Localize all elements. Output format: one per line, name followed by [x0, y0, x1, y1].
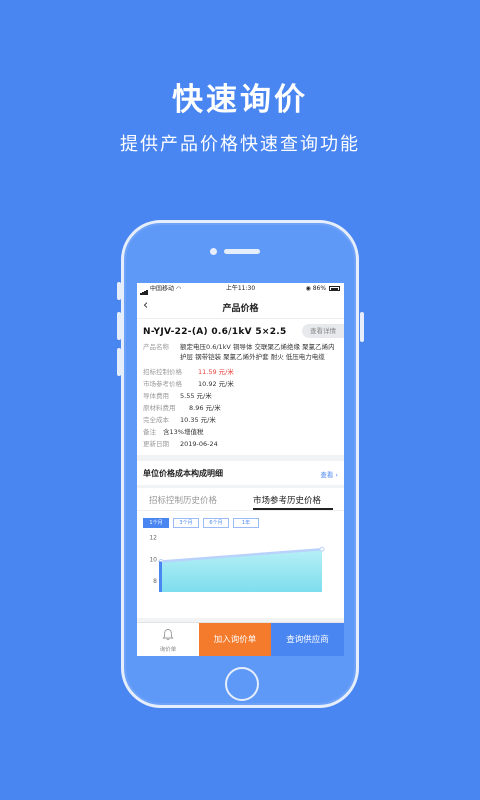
y-tick-label: 12: [149, 534, 157, 541]
find-supplier-button[interactable]: 查询供应商: [271, 623, 344, 656]
home-button[interactable]: [225, 667, 259, 701]
field-key: 原材料费用: [143, 404, 176, 412]
status-right: ◉ 86%: [306, 283, 340, 295]
field-row-market-price: 市场参考价格 10.92 元/米: [143, 378, 338, 390]
field-value: 11.59 元/米: [198, 368, 234, 376]
history-price-card: 招标控制历史价格 市场参考历史价格 1个月 3个月 6个月 1年 12 10 8: [137, 488, 344, 618]
field-key: 备注: [143, 428, 156, 436]
range-1y[interactable]: 1年: [233, 518, 259, 528]
section-title: 单位价格成本构成明细: [143, 469, 223, 478]
field-value: 5.55 元/米: [180, 392, 212, 400]
range-1m[interactable]: 1个月: [143, 518, 169, 528]
phone-screen: 中国移动 ◠ 上午11:30 ◉ 86% ‹ 产品价格 N-YJV-22-(A)…: [137, 283, 344, 656]
field-key: 更新日期: [143, 440, 169, 448]
field-row-name: 产品名称 额定电压0.6/1kV 铜导体 交联聚乙烯绝缘 聚氯乙烯内护层 钢带铠…: [143, 343, 338, 362]
field-row-update-date: 更新日期 2019-06-24: [143, 438, 338, 450]
start-marker: [159, 561, 162, 592]
inquiry-list-label: 询价单: [159, 647, 177, 653]
power-button: [360, 312, 364, 342]
tab-market-history[interactable]: 市场参考历史价格: [253, 494, 321, 506]
cost-breakdown-section[interactable]: 单位价格成本构成明细 查看 ›: [137, 461, 344, 485]
volume-up-button: [117, 312, 121, 340]
promo-subline: 提供产品价格快速查询功能: [120, 134, 360, 155]
history-tabs: 招标控制历史价格 市场参考历史价格: [137, 488, 344, 511]
speaker-icon: [224, 249, 260, 254]
field-key: 产品名称: [143, 343, 169, 351]
range-3m[interactable]: 3个月: [173, 518, 199, 528]
view-detail-button[interactable]: 查看详情: [302, 324, 344, 338]
field-value: 10.92 元/米: [198, 380, 234, 388]
tab-bid-history[interactable]: 招标控制历史价格: [149, 494, 217, 506]
status-bar: 中国移动 ◠ 上午11:30 ◉ 86%: [137, 283, 344, 295]
y-tick-label: 8: [153, 578, 157, 585]
field-row-full-cost: 完全成本 10.35 元/米: [143, 414, 338, 426]
price-history-chart: 12 10 8: [149, 534, 325, 592]
field-value: 8.96 元/米: [189, 404, 221, 412]
page-title: 产品价格: [222, 304, 259, 314]
field-key: 导体费用: [143, 392, 169, 400]
battery-label: 86%: [312, 285, 327, 292]
field-value: 10.35 元/米: [180, 416, 216, 424]
range-6m[interactable]: 6个月: [203, 518, 229, 528]
field-value: 额定电压0.6/1kV 铜导体 交联聚乙烯绝缘 聚氯乙烯内护层 钢带铠装 聚氯乙…: [180, 343, 335, 361]
field-row-material-cost: 原材料费用 8.96 元/米: [143, 402, 338, 414]
field-row-remark: 备注 含13%增值税: [143, 426, 338, 438]
field-row-bid-price: 招标控制价格 11.59 元/米: [143, 366, 338, 378]
field-value: 2019-06-24: [180, 440, 218, 448]
field-key: 完全成本: [143, 416, 169, 424]
volume-down-button: [117, 348, 121, 376]
price-point[interactable]: [319, 546, 325, 552]
promo-headline: 快速询价: [172, 82, 308, 118]
field-key: 招标控制价格: [143, 368, 182, 376]
camera-icon: [210, 248, 217, 255]
y-tick-label: 10: [149, 556, 157, 563]
range-selector: 1个月 3个月 6个月 1年: [143, 518, 263, 528]
product-card: N-YJV-22-(A) 0.6/1kV 5×2.5 查看详情 产品名称 额定电…: [137, 319, 344, 455]
bottom-action-bar: 询价单 加入询价单 查询供应商: [137, 622, 344, 656]
field-key: 市场参考价格: [143, 380, 182, 388]
inquiry-list-button[interactable]: 询价单: [137, 623, 199, 656]
tab-divider: [137, 510, 344, 511]
field-value: 含13%增值税: [163, 428, 204, 436]
bell-icon: [162, 629, 174, 641]
alarm-icon: ◉: [305, 285, 311, 292]
view-link[interactable]: 查看 ›: [320, 469, 338, 479]
battery-icon: [329, 286, 340, 291]
field-row-conductor-cost: 导体费用 5.55 元/米: [143, 390, 338, 402]
mute-switch: [117, 282, 121, 300]
add-to-inquiry-button[interactable]: 加入询价单: [199, 623, 271, 656]
nav-bar: ‹ 产品价格: [137, 295, 344, 319]
